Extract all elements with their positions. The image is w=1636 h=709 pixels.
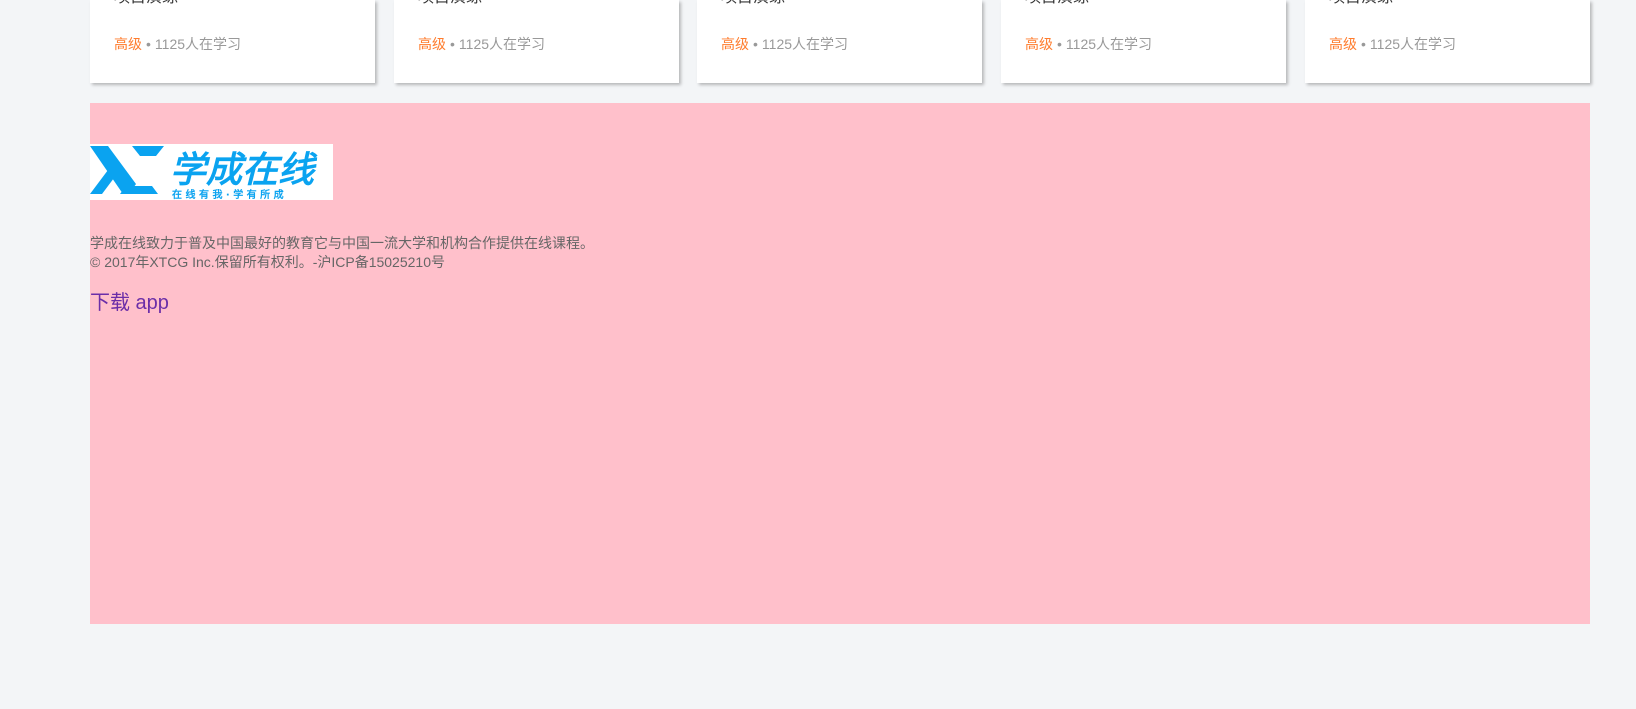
course-card[interactable]: 项目演练 高级•1125人在学习 [1001, 0, 1286, 83]
course-meta: 高级 • 1125人在学习 [1025, 34, 1152, 54]
course-card[interactable]: 项目演练 高级•1125人在学习 [90, 0, 375, 83]
course-level: 高级 [418, 36, 446, 52]
course-meta: 高级 • 1125人在学习 [418, 34, 545, 54]
course-level: 高级 [1329, 36, 1357, 52]
course-card[interactable]: 项目演练 高级•1125人在学习 [1305, 0, 1590, 83]
footer-copyright: © 2017年XTCG Inc.保留所有权利。-沪ICP备15025210号 [90, 254, 445, 270]
course-title: 项目演练 [721, 0, 785, 8]
learner-count: 1125人在学习 [458, 36, 546, 52]
logo-brand: 学成在线 [170, 150, 318, 191]
page: 项目演练 高级•1125人在学习 项目演练 高级•1125人在学习 项目演练 高… [0, 0, 1636, 709]
course-title: 项目演练 [1329, 0, 1393, 8]
course-title: 项目演练 [114, 0, 178, 8]
course-card[interactable]: 项目演练 高级•1125人在学习 [394, 0, 679, 83]
course-title: 项目演练 [418, 0, 482, 8]
course-level: 高级 [721, 36, 749, 52]
logo-tagline: 在 线 有 我 · 学 有 所 成 [172, 188, 284, 200]
learner-count: 1125人在学习 [1065, 36, 1153, 52]
footer-description: 学成在线致力于普及中国最好的教育它与中国一流大学和机构合作提供在线课程。 [90, 235, 594, 251]
course-meta: 高级 • 1125人在学习 [721, 34, 848, 54]
learner-count: 1125人在学习 [761, 36, 849, 52]
learner-count: 1125人在学习 [1369, 36, 1457, 52]
meta-separator: • [146, 36, 151, 52]
course-card[interactable]: 项目演练 高级•1125人在学习 [697, 0, 982, 83]
download-app-link[interactable]: 下载 app [90, 290, 169, 316]
logo-mark: 学成在线 在 线 有 我 · 学 有 所 成 [90, 146, 318, 200]
learner-count: 1125人在学习 [154, 36, 242, 52]
course-level: 高级 [1025, 36, 1053, 52]
course-title: 项目演练 [1025, 0, 1089, 8]
meta-separator: • [1361, 36, 1366, 52]
course-card-row: 项目演练 高级•1125人在学习 项目演练 高级•1125人在学习 项目演练 高… [90, 0, 1590, 83]
site-logo[interactable]: 学成在线 在 线 有 我 · 学 有 所 成 [90, 144, 333, 200]
course-meta: 高级 • 1125人在学习 [114, 34, 241, 54]
course-meta: 高级 • 1125人在学习 [1329, 34, 1456, 54]
meta-separator: • [450, 36, 455, 52]
site-footer: 学成在线 在 线 有 我 · 学 有 所 成 学成在线致力于普及中国最好的教育它… [90, 103, 1590, 624]
meta-separator: • [753, 36, 758, 52]
meta-separator: • [1057, 36, 1062, 52]
course-level: 高级 [114, 36, 142, 52]
